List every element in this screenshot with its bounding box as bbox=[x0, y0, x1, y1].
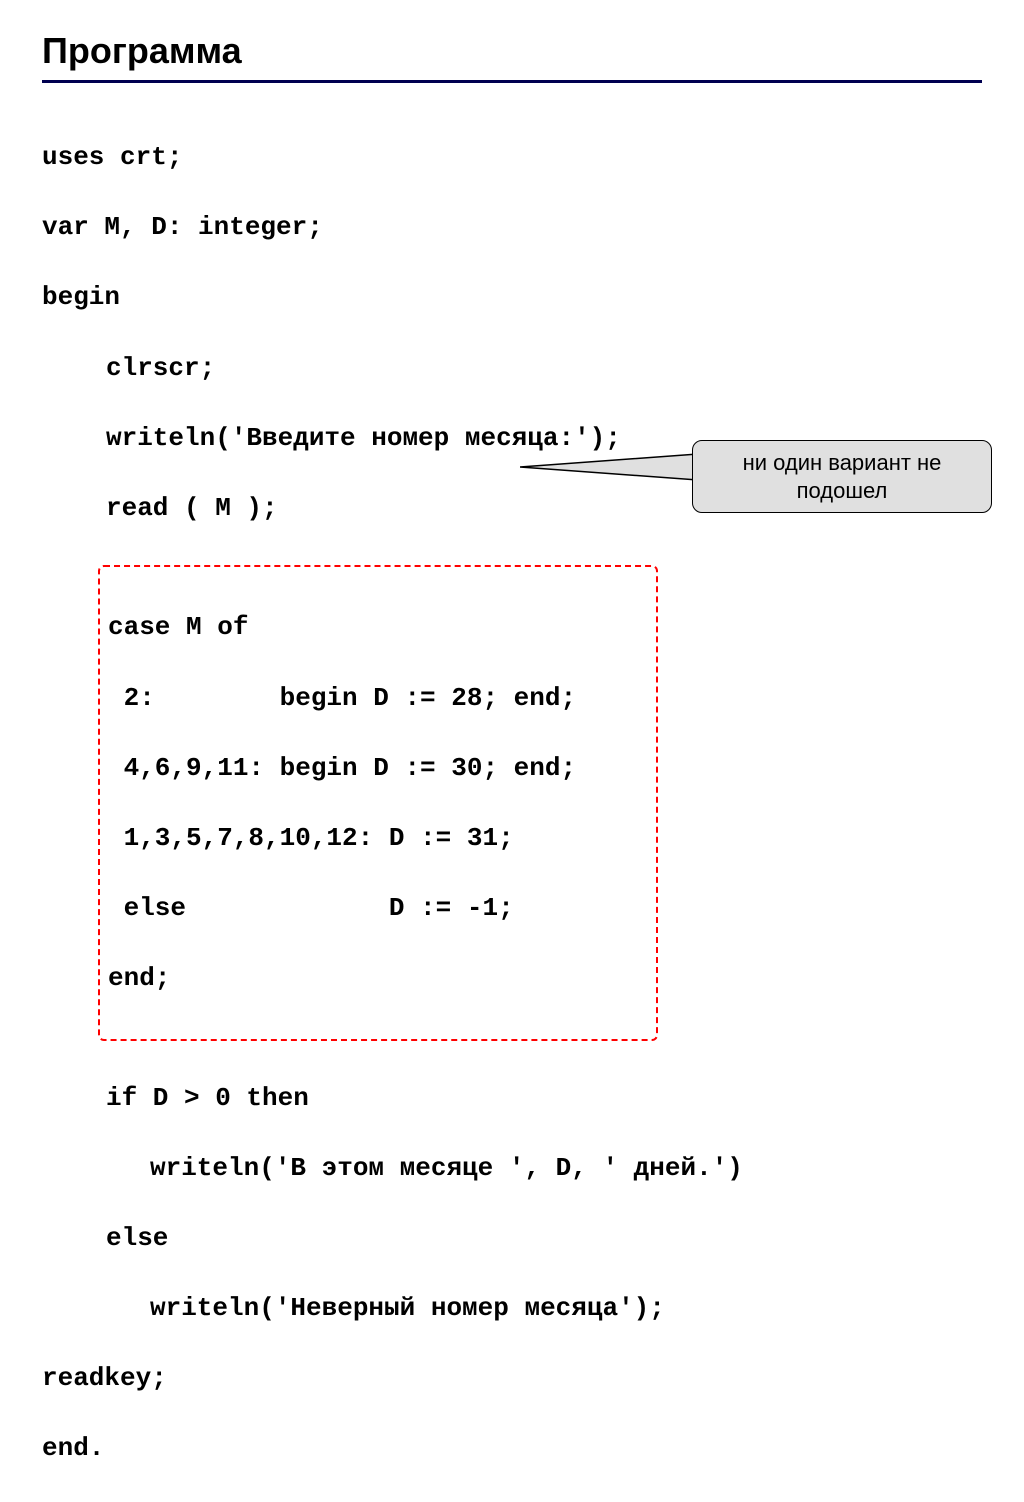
title-rule bbox=[42, 80, 982, 83]
code-line: 4,6,9,11: begin D := 30; end; bbox=[108, 751, 648, 786]
code-line: uses crt; bbox=[42, 140, 982, 175]
code-line: writeln('В этом месяце ', D, ' дней.') bbox=[42, 1151, 982, 1186]
code-line: case M of bbox=[108, 610, 648, 645]
case-highlight-box: case M of 2: begin D := 28; end; 4,6,9,1… bbox=[98, 565, 658, 1041]
callout-pointer bbox=[520, 452, 698, 482]
callout-box: ни один вариант не подошел bbox=[692, 440, 992, 513]
code-line: if D > 0 then bbox=[42, 1081, 982, 1116]
code-line: else D := -1; bbox=[108, 891, 648, 926]
code-block: uses crt; var M, D: integer; begin clrsc… bbox=[42, 105, 982, 1502]
code-line: writeln('Неверный номер месяца'); bbox=[42, 1291, 982, 1326]
code-line: clrscr; bbox=[42, 351, 982, 386]
slide-title: Программа bbox=[42, 30, 982, 72]
code-line: 1,3,5,7,8,10,12: D := 31; bbox=[108, 821, 648, 856]
code-line: begin bbox=[42, 280, 982, 315]
code-line: readkey; bbox=[42, 1361, 982, 1396]
code-line: 2: begin D := 28; end; bbox=[108, 681, 648, 716]
code-line: end. bbox=[42, 1431, 982, 1466]
code-line: else bbox=[42, 1221, 982, 1256]
code-line: end; bbox=[108, 961, 648, 996]
code-line: var M, D: integer; bbox=[42, 210, 982, 245]
